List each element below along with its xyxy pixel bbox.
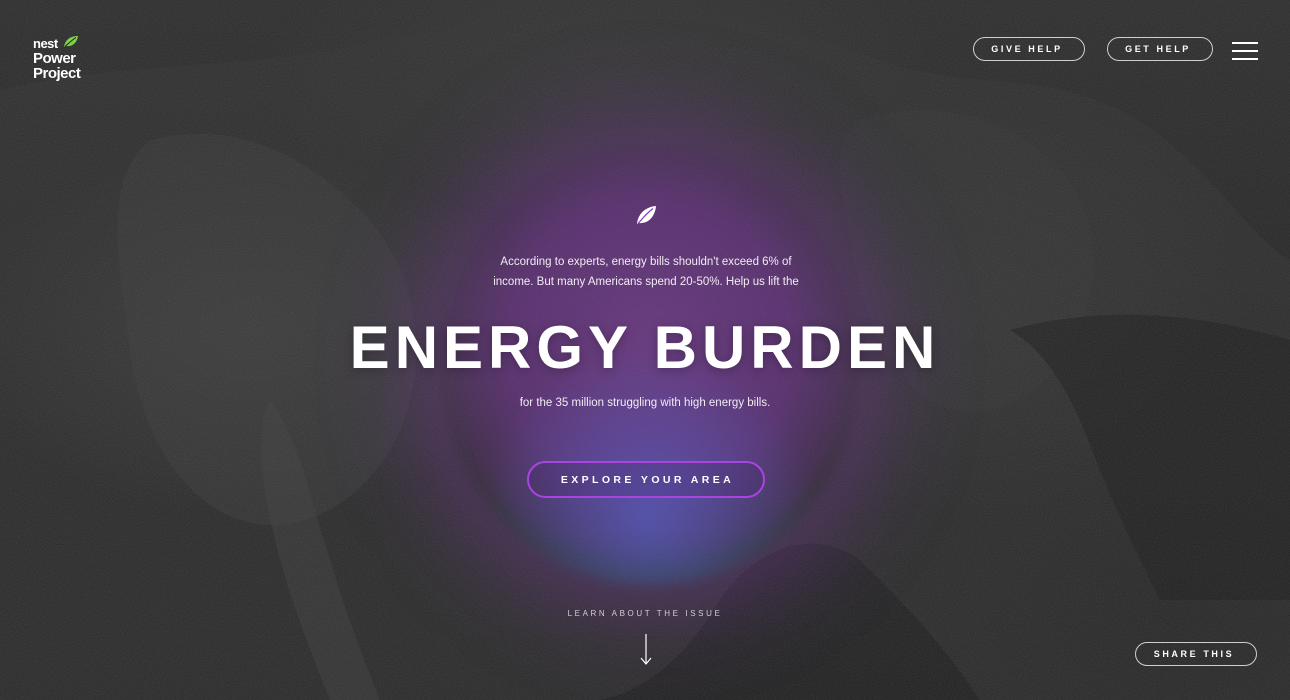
nest-power-project-logo[interactable]: nest Power Project [33,36,81,82]
share-this-button[interactable]: SHARE THIS [1135,642,1257,666]
menu-line [1232,42,1258,44]
page: nest Power Project GIVE HELP GET HELP Ac… [0,0,1290,700]
hero-intro-text: According to experts, energy bills shoul… [470,252,822,292]
learn-about-issue-link[interactable]: LEARN ABOUT THE ISSUE [520,609,770,618]
leaf-icon [637,206,656,224]
hero-intro-line-2: income. But many Americans spend 20-50%.… [493,276,799,288]
logo-text-nest: nest [33,36,58,51]
logo-leaf-icon [64,36,78,47]
logo-text-power: Power [33,50,76,67]
hero-intro-line-1: According to experts, energy bills shoul… [500,256,792,268]
menu-line [1232,50,1258,52]
get-help-button[interactable]: GET HELP [1107,37,1213,61]
give-help-button[interactable]: GIVE HELP [973,37,1085,61]
arrow-down-icon[interactable] [638,633,654,667]
hero-subtitle: for the 35 million struggling with high … [519,397,771,409]
hamburger-menu-icon[interactable] [1232,42,1258,62]
logo-text-project: Project [33,65,81,82]
menu-line [1232,58,1258,60]
hero-title: ENERGY BURDEN [349,314,941,381]
explore-your-area-button[interactable]: EXPLORE YOUR AREA [527,461,765,498]
